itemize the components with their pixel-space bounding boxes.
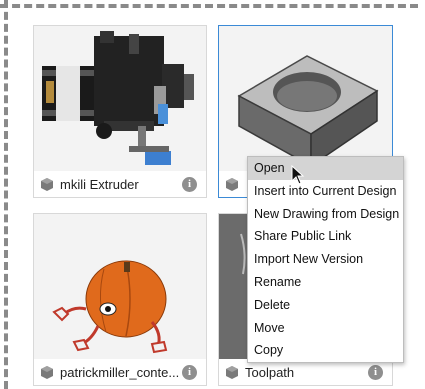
info-icon[interactable]: i <box>368 364 383 380</box>
design-thumbnail[interactable] <box>219 26 392 171</box>
menu-item-new-drawing-from-design[interactable]: New Drawing from Design <box>248 203 403 226</box>
menu-item-delete[interactable]: Delete <box>248 294 403 317</box>
menu-item-open[interactable]: Open <box>248 157 403 180</box>
design-thumbnail[interactable] <box>34 26 206 171</box>
menu-item-import-new-version[interactable]: Import New Version <box>248 248 403 271</box>
card-label: Toolpath <box>245 364 295 380</box>
menu-item-share-public-link[interactable]: Share Public Link <box>248 225 403 248</box>
menu-item-rename[interactable]: Rename <box>248 271 403 294</box>
card-footer: patrickmiller_conte... i <box>34 359 206 385</box>
dashed-border-left <box>4 0 8 389</box>
design-cube-icon <box>226 178 238 191</box>
card-footer: mkili Extruder i <box>34 171 206 197</box>
menu-item-copy[interactable]: Copy <box>248 339 403 362</box>
design-cube-icon <box>226 366 238 379</box>
design-card-pumpkin[interactable]: patrickmiller_conte... i <box>33 213 207 386</box>
cube-model-image <box>237 55 379 168</box>
design-card-extruder[interactable]: mkili Extruder i <box>33 25 207 198</box>
extruder-model-image <box>42 31 194 165</box>
menu-item-move[interactable]: Move <box>248 317 403 340</box>
pumpkin-model-image <box>52 260 168 354</box>
design-cube-icon <box>41 366 53 379</box>
design-thumbnail[interactable] <box>34 214 206 359</box>
context-menu: Open Insert into Current Design New Draw… <box>247 156 404 363</box>
info-icon[interactable]: i <box>182 176 197 192</box>
mouse-pointer-icon <box>291 165 305 185</box>
card-label: patrickmiller_conte... <box>60 364 180 380</box>
card-label: mkili Extruder <box>60 176 139 192</box>
menu-item-insert-into-current-design[interactable]: Insert into Current Design <box>248 180 403 203</box>
info-icon[interactable]: i <box>182 364 197 380</box>
design-cube-icon <box>41 178 53 191</box>
dashed-border-top <box>0 4 418 8</box>
